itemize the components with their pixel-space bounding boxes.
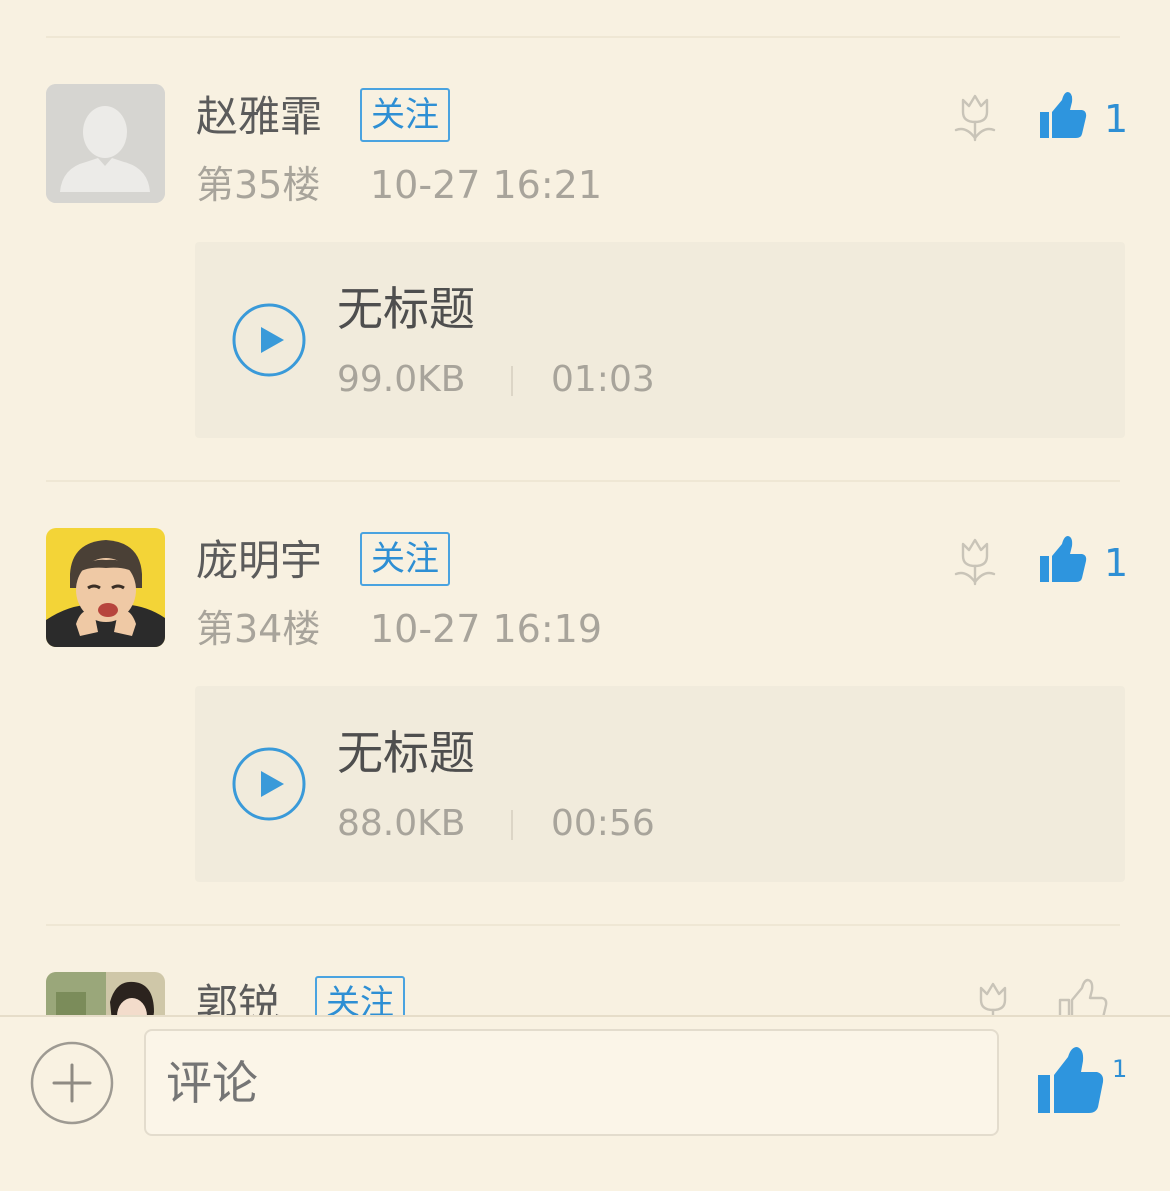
comment-divider bbox=[46, 924, 1120, 926]
comment-divider bbox=[46, 480, 1120, 482]
voice-message-card[interactable]: 无标题 88.0KB 00:56 bbox=[195, 686, 1125, 882]
follow-button[interactable]: 关注 bbox=[360, 532, 450, 586]
flower-icon[interactable] bbox=[952, 536, 998, 588]
avatar[interactable] bbox=[46, 528, 165, 647]
voice-title: 无标题 bbox=[337, 726, 475, 780]
floor-number: 第34楼 bbox=[196, 607, 321, 651]
voice-title: 无标题 bbox=[337, 282, 475, 336]
voice-duration: 00:56 bbox=[551, 803, 655, 844]
post-time: 10-27 16:21 bbox=[370, 163, 603, 207]
thumbs-up-icon[interactable] bbox=[1036, 1045, 1106, 1117]
play-icon[interactable] bbox=[231, 746, 307, 822]
cartoon-avatar-icon bbox=[46, 528, 165, 647]
post-time: 10-27 16:19 bbox=[370, 607, 603, 651]
plus-circle-icon[interactable] bbox=[30, 1041, 114, 1125]
like-count: 1 bbox=[1104, 541, 1129, 585]
voice-separator bbox=[511, 810, 513, 840]
default-avatar-icon bbox=[46, 84, 165, 203]
bottom-comment-bar: 1 bbox=[0, 1015, 1170, 1191]
voice-duration: 01:03 bbox=[551, 359, 655, 400]
voice-message-card[interactable]: 无标题 99.0KB 01:03 bbox=[195, 242, 1125, 438]
play-icon[interactable] bbox=[231, 302, 307, 378]
username[interactable]: 赵雅霏 bbox=[196, 96, 322, 138]
comment-input[interactable] bbox=[144, 1029, 999, 1136]
floor-number: 第35楼 bbox=[196, 163, 321, 207]
avatar[interactable] bbox=[46, 84, 165, 203]
username[interactable]: 庞明宇 bbox=[196, 540, 322, 582]
voice-separator bbox=[511, 366, 513, 396]
follow-button[interactable]: 关注 bbox=[360, 88, 450, 142]
like-count: 1 bbox=[1104, 97, 1129, 141]
bottom-like-count: 1 bbox=[1112, 1055, 1128, 1083]
top-divider bbox=[46, 36, 1120, 38]
flower-icon[interactable] bbox=[952, 92, 998, 144]
thumbs-up-icon[interactable] bbox=[1038, 90, 1088, 142]
thumbs-up-icon[interactable] bbox=[1038, 534, 1088, 586]
voice-file-size: 99.0KB bbox=[337, 359, 466, 400]
voice-file-size: 88.0KB bbox=[337, 803, 466, 844]
